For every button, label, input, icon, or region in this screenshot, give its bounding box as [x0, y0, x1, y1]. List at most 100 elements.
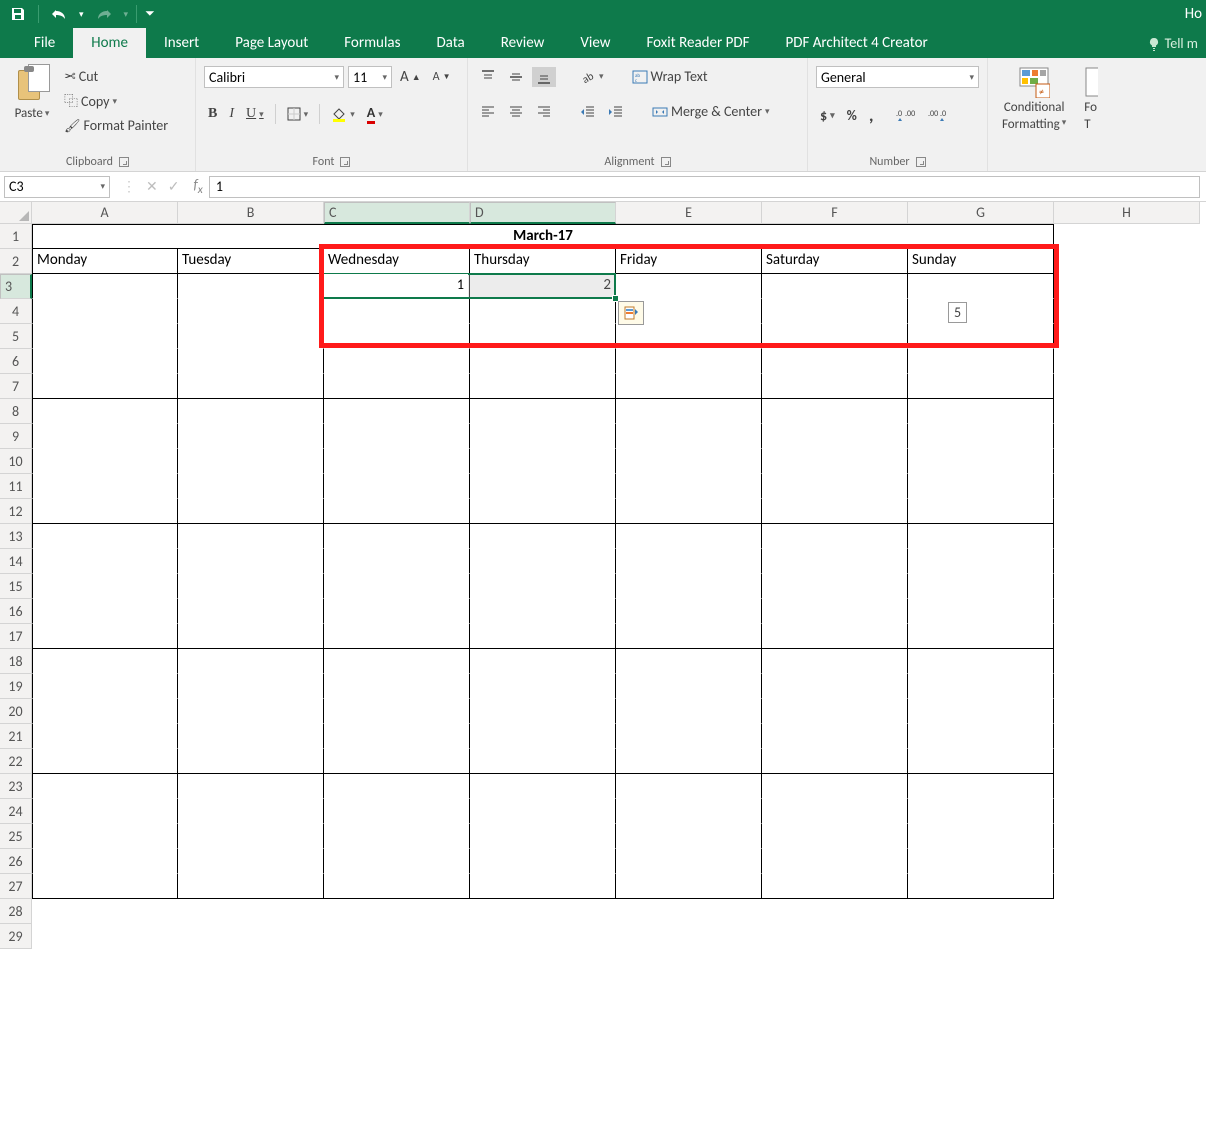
cell-G9[interactable]	[908, 424, 1054, 449]
cell-A18[interactable]	[32, 649, 178, 674]
cell-D21[interactable]	[470, 724, 616, 749]
cell-B12[interactable]	[178, 499, 324, 524]
row-header-20[interactable]: 20	[0, 699, 32, 724]
cell-E21[interactable]	[616, 724, 762, 749]
align-right-icon[interactable]	[532, 103, 556, 121]
tab-home[interactable]: Home	[73, 28, 146, 58]
row-header-6[interactable]: 6	[0, 349, 32, 374]
row-header-15[interactable]: 15	[0, 574, 32, 599]
cell-C10[interactable]	[324, 449, 470, 474]
cancel-icon[interactable]: ✕	[146, 178, 158, 195]
cell-G5[interactable]	[908, 324, 1054, 349]
cell-G22[interactable]	[908, 749, 1054, 774]
align-middle-icon[interactable]	[504, 67, 528, 87]
cell-G18[interactable]	[908, 649, 1054, 674]
cell-G24[interactable]	[908, 799, 1054, 824]
cell-E2[interactable]: Friday	[616, 249, 762, 274]
row-header-26[interactable]: 26	[0, 849, 32, 874]
cell-G27[interactable]	[908, 874, 1054, 899]
increase-font-icon[interactable]: A▲	[396, 66, 425, 88]
col-header-D[interactable]: D	[470, 202, 616, 224]
undo-dropdown-icon[interactable]: ▾	[79, 9, 84, 20]
cell-G11[interactable]	[908, 474, 1054, 499]
row-header-9[interactable]: 9	[0, 424, 32, 449]
cell-F23[interactable]	[762, 774, 908, 799]
cell-G8[interactable]	[908, 399, 1054, 424]
cell-A27[interactable]	[32, 874, 178, 899]
cell-A19[interactable]	[32, 674, 178, 699]
cell-C18[interactable]	[324, 649, 470, 674]
cell-E7[interactable]	[616, 374, 762, 399]
paste-button[interactable]: Paste▾	[8, 62, 56, 123]
row-header-17[interactable]: 17	[0, 624, 32, 649]
cell-F18[interactable]	[762, 649, 908, 674]
cell-G2[interactable]: Sunday	[908, 249, 1054, 274]
cell-F22[interactable]	[762, 749, 908, 774]
wrap-text-button[interactable]: abc Wrap Text	[628, 66, 712, 87]
cell-A16[interactable]	[32, 599, 178, 624]
cell-F9[interactable]	[762, 424, 908, 449]
row-header-16[interactable]: 16	[0, 599, 32, 624]
cell-D6[interactable]	[470, 349, 616, 374]
cell-D24[interactable]	[470, 799, 616, 824]
enter-icon[interactable]: ✓	[168, 178, 180, 195]
cell-A25[interactable]	[32, 824, 178, 849]
cell-F15[interactable]	[762, 574, 908, 599]
cell-D7[interactable]	[470, 374, 616, 399]
cell-C27[interactable]	[324, 874, 470, 899]
cell-E6[interactable]	[616, 349, 762, 374]
cell-E5[interactable]	[616, 324, 762, 349]
cell-G16[interactable]	[908, 599, 1054, 624]
cell-G3[interactable]	[908, 274, 1054, 299]
alignment-dialog-launcher[interactable]	[661, 157, 671, 167]
cell-A6[interactable]	[32, 349, 178, 374]
clipboard-dialog-launcher[interactable]	[119, 157, 129, 167]
fx-icon[interactable]: fx	[187, 176, 208, 197]
cell-C13[interactable]	[324, 524, 470, 549]
cell-A20[interactable]	[32, 699, 178, 724]
number-format-select[interactable]: General▾	[816, 66, 979, 88]
cell-D8[interactable]	[470, 399, 616, 424]
cell-C22[interactable]	[324, 749, 470, 774]
cell-A15[interactable]	[32, 574, 178, 599]
cell-D23[interactable]	[470, 774, 616, 799]
cell-A23[interactable]	[32, 774, 178, 799]
cell-E20[interactable]	[616, 699, 762, 724]
cell-D14[interactable]	[470, 549, 616, 574]
cell-B21[interactable]	[178, 724, 324, 749]
cell-F4[interactable]	[762, 299, 908, 324]
cell-E24[interactable]	[616, 799, 762, 824]
decrease-font-icon[interactable]: A▼	[429, 68, 455, 86]
cell-A8[interactable]	[32, 399, 178, 424]
cell-F27[interactable]	[762, 874, 908, 899]
cell-C4[interactable]	[324, 299, 470, 324]
cell-C23[interactable]	[324, 774, 470, 799]
increase-indent-icon[interactable]	[604, 103, 628, 121]
cell-D12[interactable]	[470, 499, 616, 524]
cell-E8[interactable]	[616, 399, 762, 424]
cell-B17[interactable]	[178, 624, 324, 649]
cell-D26[interactable]	[470, 849, 616, 874]
save-icon[interactable]	[6, 2, 30, 26]
cell-D11[interactable]	[470, 474, 616, 499]
cell-A14[interactable]	[32, 549, 178, 574]
cell-F13[interactable]	[762, 524, 908, 549]
cell-D27[interactable]	[470, 874, 616, 899]
number-dialog-launcher[interactable]	[916, 157, 926, 167]
cell-D5[interactable]	[470, 324, 616, 349]
cell-B6[interactable]	[178, 349, 324, 374]
cell-C20[interactable]	[324, 699, 470, 724]
decrease-decimal-icon[interactable]: .00.0	[924, 106, 952, 124]
cell-B24[interactable]	[178, 799, 324, 824]
cell-A21[interactable]	[32, 724, 178, 749]
cell-B15[interactable]	[178, 574, 324, 599]
cell-E17[interactable]	[616, 624, 762, 649]
cell-D13[interactable]	[470, 524, 616, 549]
cell-C8[interactable]	[324, 399, 470, 424]
row-header-4[interactable]: 4	[0, 299, 32, 324]
row-header-19[interactable]: 19	[0, 674, 32, 699]
row-header-5[interactable]: 5	[0, 324, 32, 349]
cell-A26[interactable]	[32, 849, 178, 874]
cell-B2[interactable]: Tuesday	[178, 249, 324, 274]
underline-button[interactable]: U ▾	[242, 104, 268, 124]
